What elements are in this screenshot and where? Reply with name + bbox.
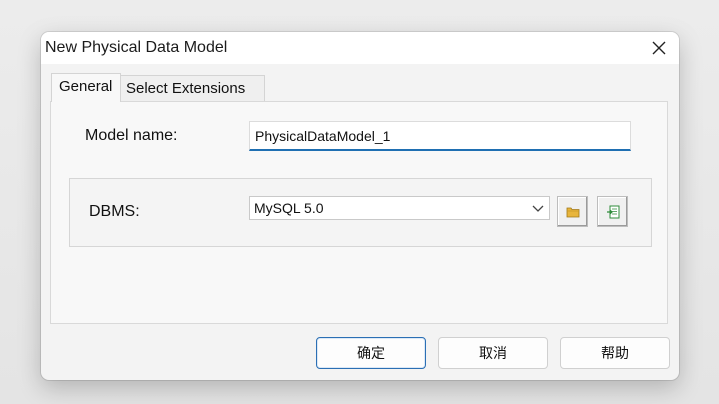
cancel-button[interactable]: 取消 [438, 337, 548, 369]
folder-icon [566, 207, 579, 217]
tab-general-label: General [59, 78, 113, 95]
model-name-input[interactable] [249, 121, 631, 151]
help-button[interactable]: 帮助 [560, 337, 670, 369]
general-tab-panel: Model name: DBMS: MySQL 5.0 [50, 101, 668, 324]
title-bar: New Physical Data Model [41, 32, 679, 64]
dbms-label: DBMS: [89, 203, 140, 220]
dialog-title: New Physical Data Model [45, 39, 228, 56]
tab-general[interactable]: General [51, 73, 121, 102]
dbms-properties-button[interactable] [597, 196, 628, 227]
model-name-label: Model name: [85, 127, 178, 144]
tab-select-extensions[interactable]: Select Extensions [121, 75, 265, 101]
chevron-down-icon [532, 205, 544, 212]
tab-select-extensions-label: Select Extensions [126, 80, 246, 97]
dbms-dropdown[interactable]: MySQL 5.0 [249, 196, 550, 220]
open-properties-icon [606, 205, 619, 218]
new-physical-data-model-dialog: New Physical Data Model General Select E… [41, 32, 679, 380]
dbms-browse-button[interactable] [557, 196, 588, 227]
ok-button[interactable]: 确定 [316, 337, 426, 369]
close-button[interactable] [645, 35, 673, 61]
dbms-selected-value: MySQL 5.0 [254, 200, 324, 216]
dbms-group: DBMS: MySQL 5.0 [69, 178, 652, 247]
close-icon [652, 41, 666, 55]
